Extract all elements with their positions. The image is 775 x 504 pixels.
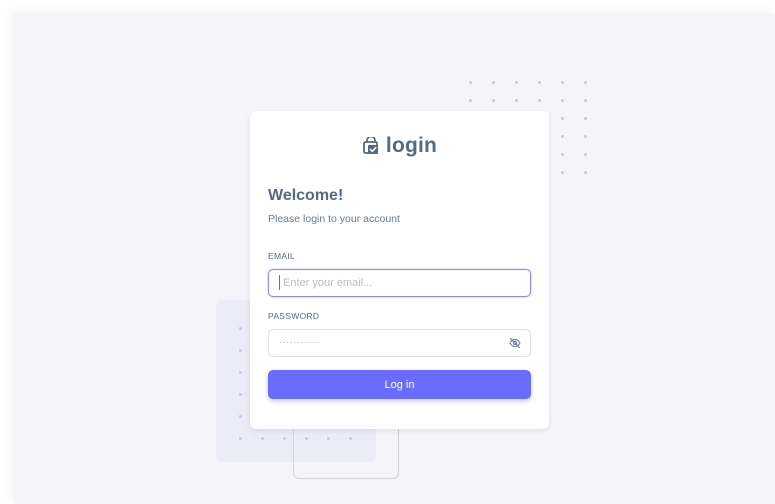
decorative-dot (584, 99, 587, 102)
decorative-dot (584, 117, 587, 120)
page: login Welcome! Please login to your acco… (0, 0, 775, 504)
decorative-dot (239, 327, 242, 330)
decorative-dot (239, 393, 242, 396)
decorative-dot (584, 153, 587, 156)
decorative-dot (469, 99, 472, 102)
decorative-dot (239, 349, 242, 352)
brand-name: login (385, 134, 438, 157)
decorative-dot (515, 99, 518, 102)
decorative-dot (349, 437, 352, 440)
login-card: login Welcome! Please login to your acco… (250, 111, 549, 429)
email-label: EMAIL (268, 251, 296, 261)
decorative-dot (305, 437, 308, 440)
shopping-bag-check-icon (363, 137, 378, 154)
decorative-dot (561, 81, 564, 84)
decorative-dot (515, 81, 518, 84)
decorative-dot (561, 117, 564, 120)
decorative-dot (327, 437, 330, 440)
decorative-dot (261, 437, 264, 440)
email-input[interactable] (268, 269, 531, 297)
brand-logo: login (250, 134, 549, 158)
decorative-dot (561, 153, 564, 156)
decorative-dot (239, 371, 242, 374)
decorative-dot (538, 81, 541, 84)
login-button[interactable]: Log in (268, 370, 531, 399)
decorative-dot (283, 437, 286, 440)
decorative-dot (561, 135, 564, 138)
decorative-dot (469, 81, 472, 84)
decorative-dot (492, 99, 495, 102)
decorative-dot (561, 171, 564, 174)
password-field[interactable]: ············ (268, 329, 531, 357)
text-cursor (279, 275, 280, 290)
decorative-dot (538, 99, 541, 102)
decorative-dot (239, 415, 242, 418)
decorative-dot (239, 437, 242, 440)
decorative-dot (561, 99, 564, 102)
welcome-heading: Welcome! (268, 187, 344, 204)
eye-off-icon[interactable] (509, 337, 521, 349)
decorative-dot (584, 135, 587, 138)
password-label: PASSWORD (268, 311, 320, 321)
welcome-subtitle: Please login to your account (268, 213, 400, 225)
decorative-dot (584, 81, 587, 84)
decorative-dot (492, 81, 495, 84)
password-masked-value: ············ (279, 337, 321, 347)
decorative-dot (584, 171, 587, 174)
